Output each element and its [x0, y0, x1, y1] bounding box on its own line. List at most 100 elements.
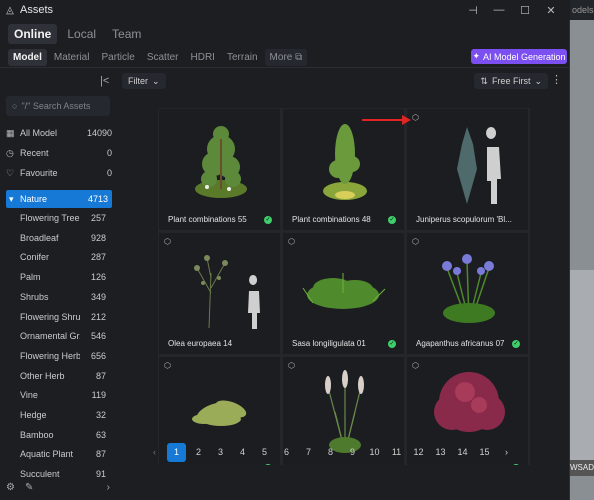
page-button[interactable]: 13 — [431, 443, 450, 462]
tab-model[interactable]: Model — [8, 49, 47, 66]
subcategory-item[interactable]: Conifer 287 — [20, 248, 106, 266]
asset-name: Sasa longiligulata 01 — [292, 339, 366, 348]
tab-scatter[interactable]: Scatter — [142, 49, 184, 66]
filter-label: Filter — [128, 76, 148, 86]
subcategory-count: 546 — [90, 331, 106, 342]
subcategory-item[interactable]: Broadleaf 928 — [20, 229, 106, 247]
background-viewport: odels 0 WSAD — [570, 0, 594, 500]
asset-card[interactable]: ⬡ Agapanthus africanus 07 ✓ — [406, 232, 529, 355]
category-count: 0 — [106, 148, 112, 158]
category-all-model[interactable]: ▦ All Model 14090 — [6, 124, 112, 142]
subcategory-label: Conifer — [20, 252, 50, 263]
next-page-button[interactable]: › — [497, 443, 516, 462]
background-strip-text: odels 0 — [570, 0, 594, 20]
sparkle-icon: ✦ — [472, 51, 480, 61]
subcategory-count: 87 — [95, 449, 106, 460]
cube-icon[interactable]: ⬡ — [412, 237, 419, 246]
cube-icon[interactable]: ⬡ — [164, 361, 171, 370]
ai-button-label: AI Model Generation — [483, 51, 566, 62]
subcategory-item[interactable]: Bamboo 63 — [20, 426, 106, 444]
annotation-arrow — [362, 115, 411, 125]
asset-card[interactable]: ⬡ Juniperus scopulorum 'Bl... — [406, 108, 529, 231]
page-button[interactable]: 2 — [189, 443, 208, 462]
page-button[interactable]: 3 — [211, 443, 230, 462]
search-input[interactable]: ○ "/" Search Assets — [6, 96, 110, 116]
cube-icon[interactable]: ⬡ — [412, 361, 419, 370]
subcategory-item[interactable]: Hedge 32 — [20, 406, 106, 424]
tab-terrain[interactable]: Terrain — [222, 49, 263, 66]
edit-icon[interactable]: ✎ — [25, 482, 33, 493]
page-button[interactable]: 14 — [453, 443, 472, 462]
page-button[interactable]: 10 — [365, 443, 384, 462]
subcategory-item[interactable]: Ornamental Gr... 546 — [20, 327, 106, 345]
subcategory-count: 212 — [90, 311, 106, 322]
asset-thumbnail — [194, 255, 260, 329]
page-button[interactable]: 12 — [409, 443, 428, 462]
cube-icon[interactable]: ⬡ — [288, 361, 295, 370]
page-button[interactable]: 8 — [321, 443, 340, 462]
close-button[interactable]: ✕ — [538, 4, 564, 17]
tab-material[interactable]: Material — [49, 49, 95, 66]
downloaded-check-icon: ✓ — [264, 216, 272, 224]
sort-dropdown[interactable]: ⇅ Free First ⌄ — [474, 73, 548, 89]
tab-particle[interactable]: Particle — [96, 49, 139, 66]
page-button[interactable]: 6 — [277, 443, 296, 462]
tab-more[interactable]: More ⧉ — [264, 49, 308, 66]
collapse-sidebar-icon[interactable]: |< — [100, 75, 109, 87]
settings-icon[interactable]: ⚙ — [6, 482, 15, 493]
downloaded-check-icon: ✓ — [512, 340, 520, 348]
category-favourite[interactable]: ♡ Favourite 0 — [6, 164, 112, 182]
prev-page-button[interactable]: ‹ — [145, 443, 164, 462]
category-label: Nature — [20, 194, 48, 204]
asset-grid: Plant combinations 55 ✓ Plant combinations… — [158, 108, 530, 465]
subcategory-count: 257 — [90, 213, 106, 223]
chevron-down-icon: ⌄ — [152, 75, 160, 86]
subcategory-item[interactable]: Palm 126 — [20, 268, 106, 286]
cube-icon[interactable]: ⬡ — [164, 237, 171, 246]
subcategory-count: 656 — [90, 350, 106, 361]
subcategory-count: 32 — [95, 410, 106, 420]
pin-icon[interactable]: ⊣ — [460, 4, 486, 17]
page-button[interactable]: 5 — [255, 443, 274, 462]
asset-thumbnail — [457, 127, 501, 204]
more-options-icon[interactable]: ⋮ — [551, 73, 562, 86]
page-button[interactable]: 11 — [387, 443, 406, 462]
subcategory-item[interactable]: Flowering Herb 656 — [20, 347, 106, 365]
asset-card[interactable]: ⬡ Sasa longiligulata 01 ✓ — [282, 232, 405, 355]
subcategory-item[interactable]: Flowering Shrub 212 — [20, 308, 106, 326]
category-recent[interactable]: ◷ Recent 0 — [6, 144, 112, 162]
subcategory-item[interactable]: Other Herb 87 — [20, 367, 106, 385]
filter-button[interactable]: Filter ⌄ — [122, 73, 166, 89]
page-button[interactable]: 1 — [167, 442, 186, 462]
asset-card[interactable]: Plant combinations 48 ✓ — [282, 108, 405, 231]
cube-icon[interactable]: ⬡ — [412, 113, 419, 122]
page-button[interactable]: 9 — [343, 443, 362, 462]
subcategory-label: Bamboo — [20, 429, 54, 440]
tab-online[interactable]: Online — [8, 24, 58, 44]
cube-icon[interactable]: ⬡ — [288, 237, 295, 246]
page-button[interactable]: 4 — [233, 443, 252, 462]
tab-local[interactable]: Local — [61, 24, 102, 44]
subcategory-item[interactable]: Aquatic Plant 87 — [20, 445, 106, 463]
ai-model-generation-button[interactable]: ✦ AI Model Generation — [471, 49, 567, 64]
subcategory-label: Vine — [20, 390, 38, 401]
sort-icon: ⇅ — [480, 75, 488, 86]
asset-name: Olea europaea 14 — [168, 339, 233, 348]
chevron-down-icon: ⌄ — [534, 75, 542, 86]
category-nature[interactable]: ▾ Nature 4713 — [6, 190, 112, 208]
maximize-button[interactable]: ☐ — [512, 4, 538, 17]
subcategory-item[interactable]: Flowering Tree 257 — [20, 209, 106, 227]
downloaded-check-icon: ✓ — [264, 464, 272, 465]
tab-hdri[interactable]: HDRI — [186, 49, 220, 66]
expand-icon[interactable]: › — [107, 482, 110, 493]
subcategory-item[interactable]: Shrubs 349 — [20, 288, 106, 306]
page-button[interactable]: 7 — [299, 443, 318, 462]
asset-card[interactable]: Plant combinations 55 ✓ — [158, 108, 281, 231]
category-count: 4713 — [87, 194, 108, 204]
page-button[interactable]: 15 — [475, 443, 494, 462]
subcategory-item[interactable]: Vine 119 — [20, 386, 106, 404]
minimize-button[interactable]: — — [486, 4, 512, 16]
asset-card[interactable]: ⬡ Olea europaea 14 — [158, 232, 281, 355]
tab-team[interactable]: Team — [106, 24, 147, 44]
subcategory-label: Flowering Shrub — [20, 311, 80, 322]
